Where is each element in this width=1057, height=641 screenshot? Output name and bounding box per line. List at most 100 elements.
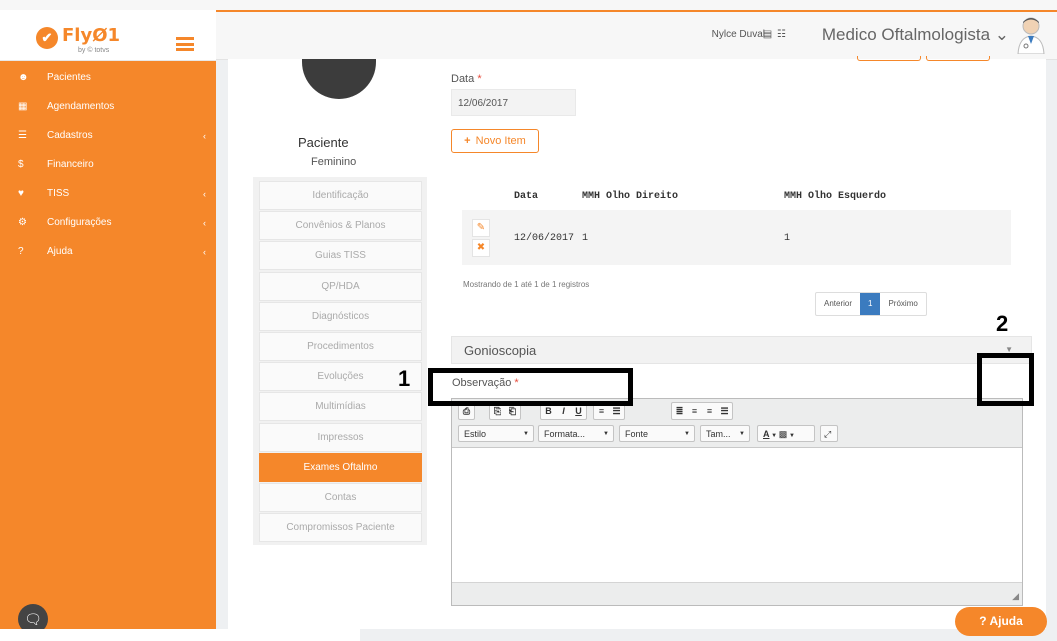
- sidebar-item-configuracoes[interactable]: ⚙ Configurações ‹: [0, 210, 216, 239]
- top-action-button-2[interactable]: [926, 56, 990, 61]
- patient-title: Paciente: [298, 135, 349, 150]
- sidebar-item-label: Pacientes: [47, 72, 91, 83]
- tab-compromissos-paciente[interactable]: Compromissos Paciente: [259, 513, 422, 543]
- col-mmh-esquerdo[interactable]: MMH Olho Esquerdo: [784, 191, 886, 202]
- tab-contas[interactable]: Contas: [259, 483, 422, 512]
- date-input[interactable]: 12/06/2017: [451, 89, 576, 116]
- table-header: Data MMH Olho Direito MMH Olho Esquerdo: [462, 186, 1011, 211]
- sidebar-item-agendamentos[interactable]: ▦ Agendamentos: [0, 94, 216, 123]
- sidebar-item-tiss[interactable]: ♥ TISS ‹: [0, 181, 216, 210]
- annotation-box-1: [428, 368, 633, 406]
- resize-handle-icon[interactable]: ◢: [1012, 591, 1019, 602]
- calendar-icon: ▦: [18, 101, 28, 112]
- users-icon: ☻: [18, 72, 29, 83]
- maximize-icon[interactable]: ⤢: [820, 425, 838, 442]
- sidebar-item-label: TISS: [47, 188, 70, 199]
- align-left-icon[interactable]: ≣: [672, 406, 687, 417]
- style-select[interactable]: Estilo ▼: [458, 425, 534, 442]
- fly01-logo-icon: ✔: [36, 27, 58, 49]
- print-icon[interactable]: ⎙: [459, 406, 474, 417]
- role-selector[interactable]: Medico Oftalmologista ⌄: [822, 25, 1009, 45]
- tab-identificacao[interactable]: Identificação: [259, 181, 422, 210]
- cell-direito: 1: [582, 233, 589, 244]
- sidebar-item-label: Configurações: [47, 217, 112, 228]
- question-icon: ?: [18, 246, 24, 257]
- pagination: Anterior 1 Próximo: [815, 292, 927, 316]
- tab-impressos[interactable]: Impressos: [259, 422, 422, 452]
- pagination-current[interactable]: 1: [860, 293, 881, 315]
- align-right-icon[interactable]: ≡: [702, 406, 717, 416]
- rich-text-editor[interactable]: ⎙ ⎘ ⎗ BIU ≡ ☰ ≣ ≡ ≡ ☰ Estilo ▼ Formata... ▼ Fon…: [451, 398, 1023, 606]
- col-mmh-direito[interactable]: MMH Olho Direito: [582, 191, 678, 202]
- sidebar-item-label: Cadastros: [47, 130, 93, 141]
- new-item-button[interactable]: + Novo Item: [451, 129, 539, 153]
- tab-procedimentos[interactable]: Procedimentos: [259, 332, 422, 361]
- tab-convenios-planos[interactable]: Convênios & Planos: [259, 211, 422, 241]
- chevron-left-icon: ‹: [203, 218, 206, 228]
- editor-toolbar: ⎙ ⎘ ⎗ BIU ≡ ☰ ≣ ≡ ≡ ☰ Estilo ▼ Formata... ▼ Fon…: [452, 399, 1022, 448]
- italic-button[interactable]: I: [556, 406, 571, 416]
- paste-icon[interactable]: ⎘: [490, 406, 505, 417]
- annotation-number-2: 2: [996, 311, 1009, 336]
- logo-subtitle: by © totvs: [78, 47, 110, 54]
- edit-icon[interactable]: ✎: [472, 219, 490, 237]
- numbered-list-icon[interactable]: ≡: [594, 406, 609, 416]
- paste-text-icon[interactable]: ⎗: [505, 406, 520, 417]
- sidebar-item-cadastros[interactable]: ☰ Cadastros ‹: [0, 123, 216, 152]
- records-info: Mostrando de 1 até 1 de 1 registros: [463, 280, 590, 289]
- header: Nylce Duval ▤ ☷ Medico Oftalmologista ⌄: [216, 12, 1057, 60]
- chevron-left-icon: ‹: [203, 189, 206, 199]
- font-select[interactable]: Fonte ▼: [619, 425, 695, 442]
- sidebar-item-label: Financeiro: [47, 159, 94, 170]
- doctor-avatar-icon[interactable]: [1015, 16, 1047, 54]
- align-justify-icon[interactable]: ☰: [717, 406, 732, 417]
- col-data[interactable]: Data: [514, 191, 538, 202]
- bottom-bar: [0, 629, 360, 641]
- sidebar-nav: ☻ Pacientes ▦ Agendamentos ☰ Cadastros ‹ $ Finan…: [0, 65, 216, 268]
- color-buttons[interactable]: A ▼ ▩ ▼: [757, 425, 815, 442]
- list-icon: ☰: [18, 130, 27, 141]
- gonioscopia-section[interactable]: Gonioscopia ▼: [451, 336, 1032, 364]
- format-select[interactable]: Formata... ▼: [538, 425, 614, 442]
- table-row: ✎ ✖ 12/06/2017 1 1: [462, 210, 1011, 265]
- annotation-number-1: 1: [398, 366, 411, 391]
- cell-data: 12/06/2017: [514, 233, 575, 244]
- top-action-button-1[interactable]: [857, 56, 921, 61]
- hamburger-icon[interactable]: [176, 37, 194, 51]
- bold-button[interactable]: B: [541, 406, 556, 416]
- handshake-icon: ♥: [18, 188, 24, 199]
- top-strip: [0, 0, 1057, 10]
- header-apps-icon[interactable]: ▤ ☷: [763, 29, 787, 40]
- tab-exames-oftalmo[interactable]: Exames Oftalmo: [259, 452, 422, 482]
- pagination-next[interactable]: Próximo: [880, 293, 925, 315]
- tab-multimidias[interactable]: Multimídias: [259, 392, 422, 422]
- help-button[interactable]: ? Ajuda: [955, 607, 1047, 636]
- tab-qp-hda[interactable]: QP/HDA: [259, 271, 422, 301]
- logo-text: FlyØ1: [62, 25, 121, 46]
- plus-icon: +: [464, 135, 471, 147]
- tab-diagnosticos[interactable]: Diagnósticos: [259, 301, 422, 331]
- editor-footer: ◢: [452, 582, 1022, 605]
- patient-gender: Feminino: [311, 156, 357, 168]
- question-circle-icon: ?: [979, 614, 987, 628]
- sidebar-item-pacientes[interactable]: ☻ Pacientes: [0, 65, 216, 94]
- dollar-icon: $: [18, 159, 24, 170]
- size-select[interactable]: Tam... ▼: [700, 425, 750, 442]
- gear-icon: ⚙: [18, 217, 27, 228]
- sidebar-item-label: Ajuda: [47, 246, 73, 257]
- user-name[interactable]: Nylce Duval: [712, 29, 765, 40]
- align-center-icon[interactable]: ≡: [687, 406, 702, 416]
- section-title: Gonioscopia: [464, 343, 537, 358]
- annotation-box-2: [977, 353, 1034, 406]
- bullet-list-icon[interactable]: ☰: [609, 406, 624, 417]
- pagination-prev[interactable]: Anterior: [816, 293, 860, 315]
- chevron-left-icon: ‹: [203, 131, 206, 141]
- sidebar-item-financeiro[interactable]: $ Financeiro: [0, 152, 216, 181]
- delete-icon[interactable]: ✖: [472, 239, 490, 257]
- underline-button[interactable]: U: [571, 406, 586, 416]
- tab-guias-tiss[interactable]: Guias TISS: [259, 241, 422, 271]
- cell-esquerdo: 1: [784, 233, 791, 244]
- align-button-group[interactable]: ≣ ≡ ≡ ☰: [671, 402, 733, 420]
- sidebar-item-ajuda[interactable]: ? Ajuda ‹: [0, 239, 216, 268]
- logo-area: ✔ FlyØ1 by © totvs: [0, 10, 216, 61]
